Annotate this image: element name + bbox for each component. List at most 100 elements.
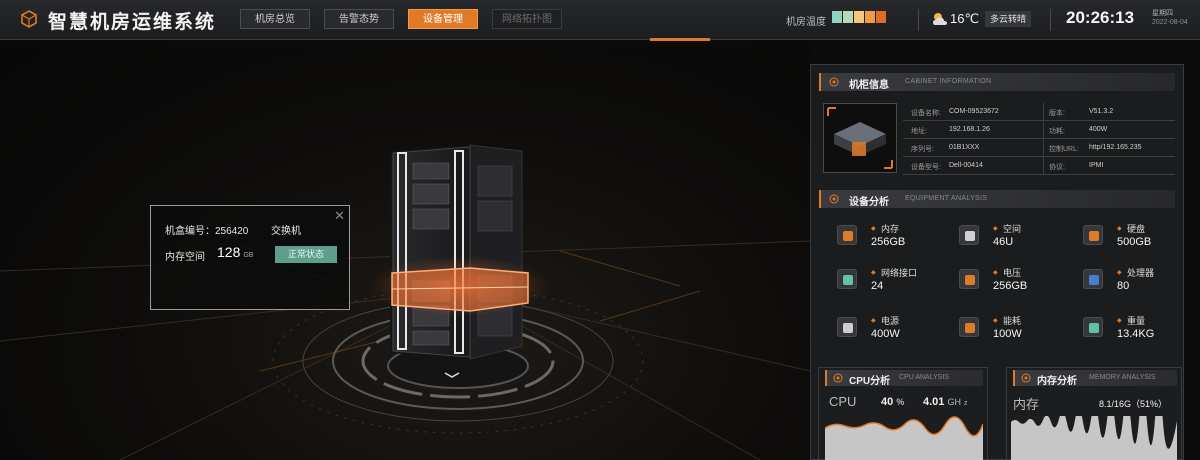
metric-label: 电源	[881, 316, 900, 326]
info-value: IPMI	[1089, 162, 1104, 169]
cpu-frequency-suffix: z	[964, 400, 968, 407]
tab-device-management[interactable]: 设备管理	[408, 9, 478, 29]
section-subtitle: CPU ANALYSIS	[899, 374, 950, 381]
temperature-scale-segment	[854, 11, 864, 23]
cpu-percent-value: 40	[881, 396, 894, 408]
memory-usage-wave	[1011, 416, 1177, 460]
memory-label: 内存空间	[165, 252, 205, 263]
cabinet-info-header: 机柜信息 CABINET INFORMATION	[819, 73, 1175, 91]
metric-8: ◆ 重量 13.4KG	[1079, 311, 1199, 351]
info-key: 设备型号:	[911, 164, 941, 171]
temperature-scale-segment	[843, 11, 853, 23]
memory-unit: GB	[243, 252, 254, 259]
section-subtitle: MEMORY ANALYSIS	[1089, 374, 1156, 381]
cpu-analysis-panel: CPU分析 CPU ANALYSIS CPU 40 % 4.01 GH z	[818, 367, 988, 460]
info-key: 地址:	[911, 128, 927, 135]
cpu-percent: 40 %	[881, 396, 904, 408]
equipment-analysis-header: 设备分析 EQUIPMENT ANALYSIS	[819, 190, 1175, 208]
divider	[1050, 9, 1051, 31]
info-key: 设备名称:	[911, 110, 941, 117]
metric-value: 256GB	[871, 236, 906, 248]
metric-label: 能耗	[1003, 316, 1022, 326]
info-key: 序列号:	[911, 146, 934, 153]
tab-room-overview[interactable]: 机房总览	[240, 9, 310, 29]
metric-value: 400W	[871, 328, 900, 340]
info-value: COM-09523672	[949, 108, 999, 115]
metric-3: ◆ 网络接口 24	[833, 263, 953, 303]
temperature-scale-segment	[876, 11, 886, 23]
memory-analysis-header: 内存分析 MEMORY ANALYSIS	[1013, 370, 1177, 387]
metric-label: 空间	[1003, 224, 1022, 234]
cube-logo-icon	[21, 10, 37, 28]
cpu-frequency: 4.01 GH z	[923, 396, 968, 408]
memory-icon	[837, 225, 857, 245]
info-value: 01B1XXX	[949, 144, 980, 151]
section-subtitle: EQUIPMENT ANALYSIS	[905, 195, 988, 202]
metric-label: 硬盘	[1127, 224, 1146, 234]
metric-label: 重量	[1127, 316, 1146, 326]
clock-time: 20:26:13	[1066, 8, 1135, 27]
weekday: 星期四	[1152, 10, 1173, 17]
metric-7: ◆ 能耗 100W	[955, 311, 1075, 351]
info-key: 协议:	[1049, 164, 1065, 171]
device-type: 交换机	[271, 226, 301, 237]
partly-cloudy-icon	[933, 13, 947, 25]
voltage-icon	[959, 269, 979, 289]
target-icon	[833, 373, 843, 383]
metric-value: 500GB	[1117, 236, 1152, 248]
cpu-frequency-value: 4.01	[923, 396, 945, 408]
cpu-usage-wave	[825, 416, 983, 460]
processor-icon	[1083, 269, 1103, 289]
info-key: 控制URL:	[1049, 146, 1079, 153]
close-icon[interactable]: ✕	[334, 208, 345, 224]
memory-label: 内存	[1013, 397, 1040, 412]
date: 2022-08-04	[1152, 19, 1188, 26]
cabinet-thumbnail	[823, 103, 897, 173]
metric-2: ◆ 硬盘 500GB	[1079, 219, 1199, 259]
metric-0: ◆ 内存 256GB	[833, 219, 953, 259]
target-icon	[1021, 373, 1031, 383]
info-value: Dell-00414	[949, 162, 983, 169]
memory-value: 128 GB	[217, 244, 253, 260]
metric-label: 处理器	[1127, 268, 1155, 278]
section-title: 设备分析	[849, 197, 889, 208]
status-badge: 正常状态	[275, 246, 337, 263]
metric-value: 100W	[993, 328, 1022, 340]
weight-icon	[1083, 317, 1103, 337]
metric-value: 24	[871, 280, 884, 292]
bullet-icon: ◆	[1117, 270, 1122, 276]
info-key: 版本:	[1049, 110, 1065, 117]
divider	[918, 9, 919, 31]
space-cube-icon	[959, 225, 979, 245]
metric-label: 电压	[1003, 268, 1022, 278]
temperature-scale	[832, 11, 886, 23]
hard-disk-icon	[1083, 225, 1103, 245]
tab-network-topology[interactable]: 网络拓扑图	[492, 9, 562, 29]
info-value: V51.3.2	[1089, 108, 1114, 115]
box-id-row: 机盒编号：256420	[165, 222, 248, 237]
metric-4: ◆ 电压 256GB	[955, 263, 1075, 303]
info-value[interactable]: http/192.165.235	[1089, 144, 1142, 151]
server-box-icon	[824, 104, 896, 172]
bullet-icon: ◆	[871, 318, 876, 324]
main-nav: 机房总览 告警态势 设备管理 网络拓扑图	[240, 9, 562, 29]
section-title: 机柜信息	[849, 80, 889, 91]
network-port-icon	[837, 269, 857, 289]
metric-value: 46U	[993, 236, 1014, 248]
metric-label: 网络接口	[881, 268, 918, 278]
info-row: 设备名称: COM-09523672 版本: V51.3.2	[903, 103, 1175, 121]
info-row: 设备型号: Dell-00414 协议: IPMI	[903, 157, 1175, 175]
tab-alarm-status[interactable]: 告警态势	[324, 9, 394, 29]
scene-graphics	[0, 144, 810, 460]
section-title: 内存分析	[1037, 376, 1077, 387]
memory-analysis-panel: 内存分析 MEMORY ANALYSIS 内存 8.1/16G（51%）	[1006, 367, 1182, 460]
box-id-value: 256420	[215, 226, 249, 237]
bullet-icon: ◆	[871, 270, 876, 276]
target-icon	[829, 194, 839, 204]
device-info-popup: ✕ 机盒编号：256420 交换机 内存空间 128 GB 正常状态	[150, 205, 350, 310]
room-temperature-label: 机房温度	[786, 17, 826, 28]
temperature-scale-segment	[865, 11, 875, 23]
server-room-3d-scene[interactable]: ✕ 机盒编号：256420 交换机 内存空间 128 GB 正常状态	[0, 41, 810, 460]
memory-number: 128	[217, 244, 241, 260]
info-value: 400W	[1089, 126, 1108, 133]
